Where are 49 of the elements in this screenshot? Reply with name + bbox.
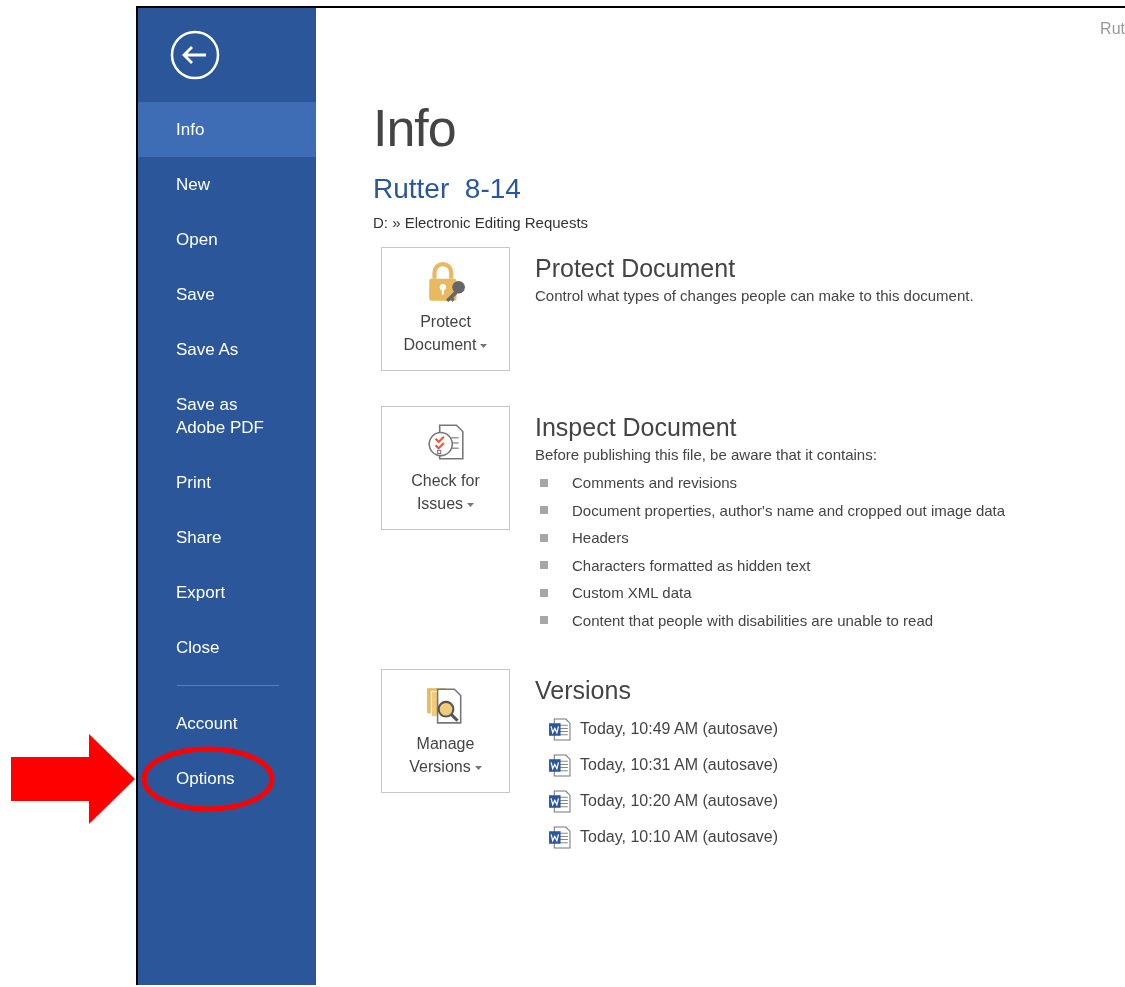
sidebar-item[interactable]: Options (138, 751, 316, 806)
sidebar-item[interactable]: Open (138, 212, 316, 267)
section-description: Control what types of changes people can make to this document. (535, 286, 974, 306)
sidebar-item[interactable]: Share (138, 510, 316, 565)
arrow-icon (11, 734, 135, 824)
bullet-icon (540, 533, 548, 542)
list-item: Custom XML data (572, 584, 692, 602)
document-icon (548, 753, 571, 777)
bullet-icon (540, 561, 548, 570)
sidebar-item[interactable]: New (138, 157, 316, 212)
bullet-icon (540, 478, 548, 487)
list-item: Characters formatted as hidden text (572, 556, 811, 574)
sidebar-item[interactable]: Close (138, 620, 316, 675)
list-item: Headers (572, 529, 629, 547)
section-button[interactable]: Check for Issues (381, 406, 510, 530)
document-icon (548, 717, 571, 741)
sidebar-item[interactable]: Save As (138, 322, 316, 377)
sidebar-item[interactable]: Account (138, 696, 316, 751)
list-item: Comments and revisions (572, 474, 738, 492)
caret-icon (467, 502, 475, 507)
section-title: Protect Document (535, 253, 737, 283)
document-icon (548, 789, 571, 813)
section-title: Versions (535, 675, 632, 705)
section-description: Before publishing this file, be aware that it contains: (535, 445, 878, 465)
sidebar-item[interactable]: Save as Adobe PDF (138, 377, 316, 455)
file-path: D: » Electronic Editing Requests (373, 213, 590, 233)
document-icon (548, 825, 571, 849)
window-title: Rut (1100, 20, 1125, 39)
caret-icon (474, 765, 482, 770)
document-title: Rutter 8-14 (373, 172, 522, 206)
bullet-icon (540, 506, 548, 515)
list-item: Document properties, author's name and cropped out image data (572, 501, 1006, 519)
section-button[interactable]: Manage Versions (381, 669, 510, 793)
version-link[interactable]: Today, 10:31 AM (autosave) (580, 756, 779, 774)
version-link[interactable]: Today, 10:10 AM (autosave) (580, 828, 779, 846)
version-link[interactable]: Today, 10:49 AM (autosave) (580, 720, 779, 738)
bullet-icon (540, 588, 548, 597)
section-button[interactable]: Protect Document (381, 247, 510, 371)
sidebar-item[interactable]: Info (138, 102, 316, 157)
sidebar-item[interactable]: Print (138, 455, 316, 510)
sidebar-item[interactable]: Save (138, 267, 316, 322)
version-link[interactable]: Today, 10:20 AM (autosave) (580, 792, 779, 810)
page-heading: Info (373, 98, 457, 158)
sidebar-item[interactable]: Export (138, 565, 316, 620)
caret-icon (480, 343, 488, 348)
list-item: Content that people with disabilities are unable to read (572, 611, 934, 629)
back-button[interactable] (170, 30, 220, 80)
section-title: Inspect Document (535, 412, 738, 442)
bullet-icon (540, 616, 548, 625)
